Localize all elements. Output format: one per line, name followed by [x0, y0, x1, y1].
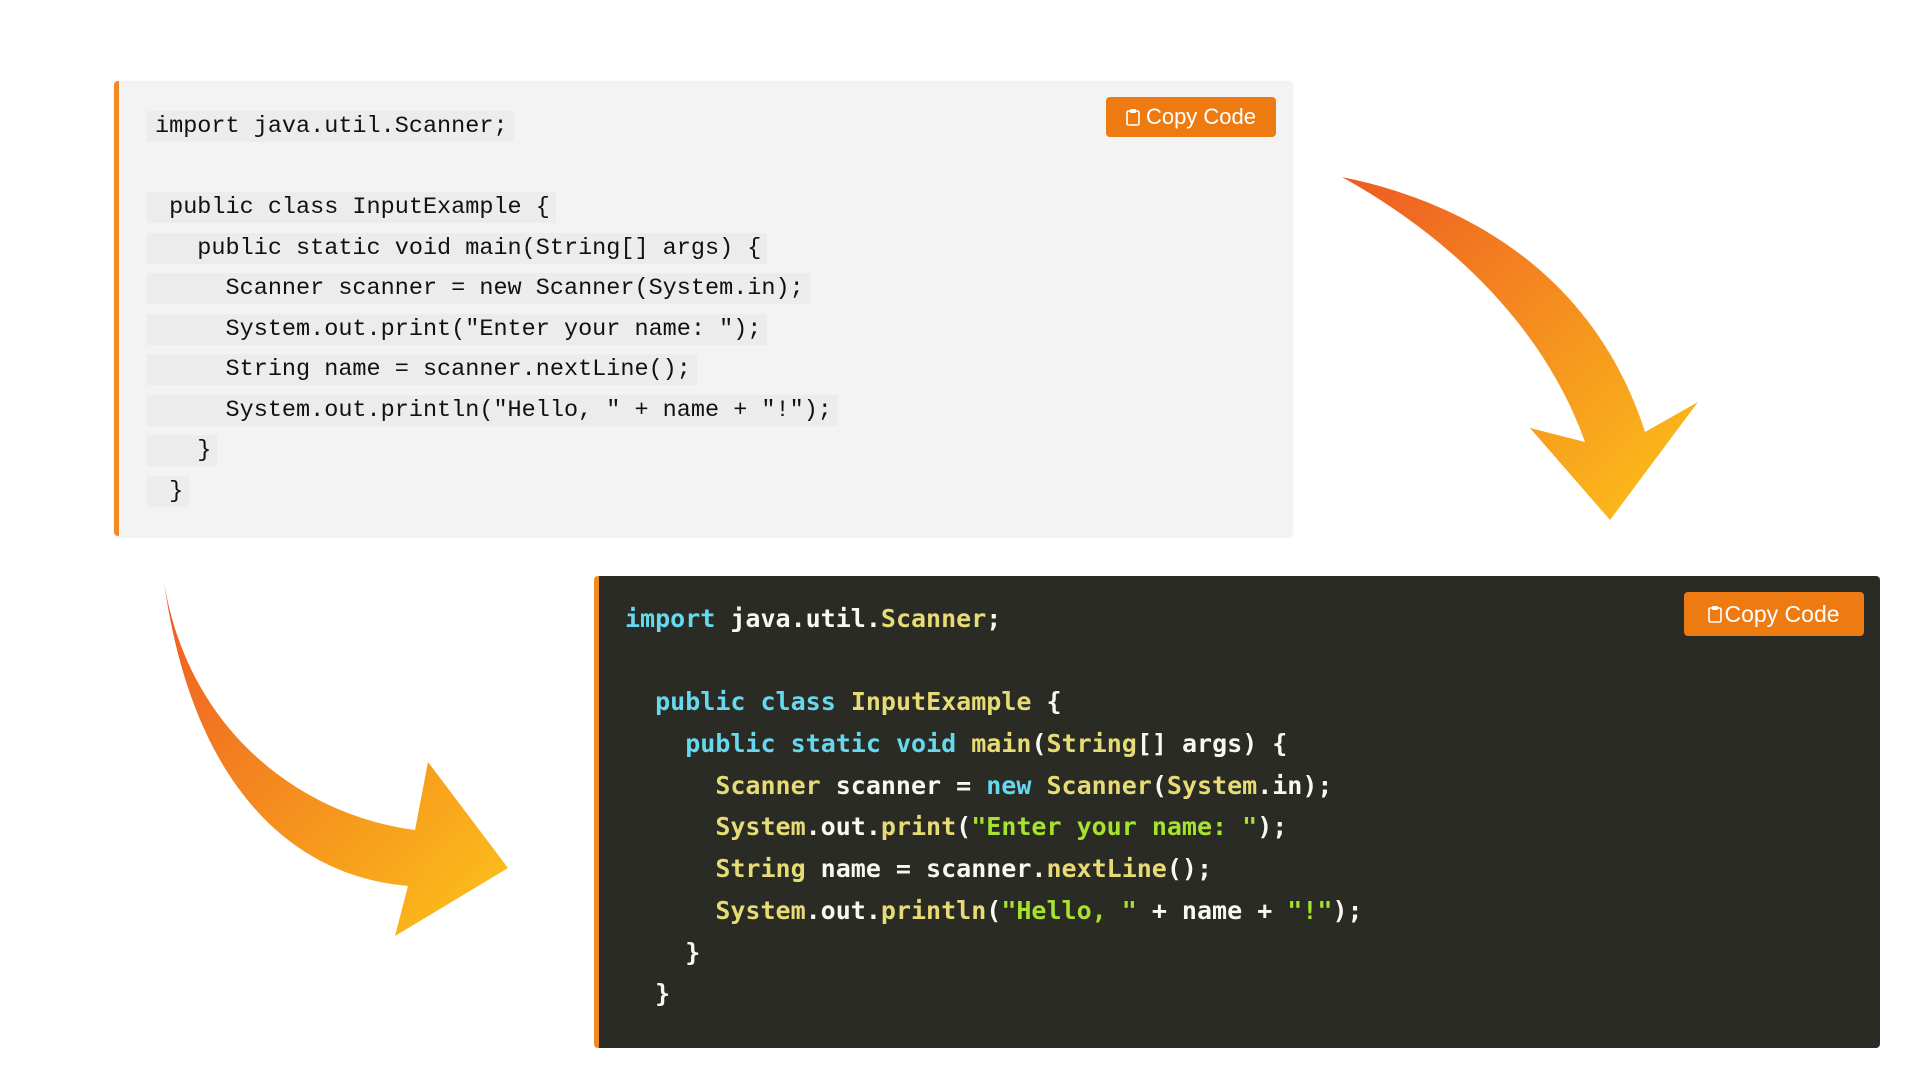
curved-arrow-right-icon — [164, 582, 508, 936]
code-token: nextLine — [1046, 854, 1167, 884]
code-token: Scanner — [880, 604, 987, 633]
code-line-text: import java.util.Scanner; — [147, 111, 514, 142]
code-token: ); — [1332, 895, 1363, 925]
code-token: + name + — [1136, 895, 1288, 925]
code-token: import — [625, 604, 716, 633]
dark-code: import java.util.Scanner; public class I… — [625, 598, 1363, 1015]
code-token: main — [971, 729, 1032, 759]
curved-arrow-down-icon — [1342, 177, 1698, 520]
code-line-text: public class InputExample { — [147, 192, 556, 223]
code-token: String — [1046, 729, 1137, 759]
code-token: public — [685, 729, 776, 759]
code-line-text: System.out.println("Hello, " + name + "!… — [147, 394, 838, 426]
code-line — [155, 148, 838, 189]
code-token: print — [880, 812, 957, 842]
code-token: .out. — [805, 895, 881, 925]
code-token: ( — [956, 812, 972, 842]
code-token: ( — [1031, 729, 1047, 759]
light-code: import java.util.Scanner; public class I… — [147, 107, 838, 513]
code-token: [] args) { — [1136, 729, 1288, 759]
clipboard-icon — [1126, 109, 1140, 126]
code-token: "Hello, " — [1001, 895, 1137, 925]
clipboard-icon — [1708, 606, 1723, 623]
code-line: } — [625, 932, 1363, 974]
code-token: java.util. — [715, 604, 881, 633]
code-token: .out. — [805, 812, 881, 842]
code-line: System.out.print("Enter your name: "); — [625, 806, 1363, 848]
code-line: public class InputExample { — [625, 681, 1363, 723]
code-token: Scanner — [1046, 770, 1152, 800]
code-line: import java.util.Scanner; — [147, 107, 838, 148]
code-line: String name = scanner.nextLine(); — [147, 350, 838, 391]
code-token: class — [760, 687, 836, 717]
code-token: public — [655, 687, 746, 717]
code-token: "Enter your name: " — [971, 812, 1258, 842]
code-line: import java.util.Scanner; — [625, 598, 1363, 640]
code-token: (); — [1166, 854, 1213, 884]
code-token: ( — [986, 895, 1002, 925]
code-line: Scanner scanner = new Scanner(System.in)… — [147, 269, 838, 310]
code-token: println — [880, 895, 987, 925]
code-line-text: String name = scanner.nextLine(); — [147, 354, 697, 385]
code-line-text: } — [147, 435, 218, 466]
code-line-text: public static void main(String[] args) { — [147, 232, 768, 264]
dark-code-block: import java.util.Scanner; public class I… — [594, 576, 1880, 1048]
code-token: name = scanner. — [805, 854, 1047, 884]
code-token: } — [625, 979, 671, 1009]
code-line: } — [147, 472, 838, 513]
code-token: System — [715, 895, 806, 925]
code-line: System.out.println("Hello, " + name + "!… — [147, 391, 838, 432]
code-token: scanner = — [820, 770, 987, 800]
light-code-block: import java.util.Scanner; public class I… — [114, 81, 1292, 536]
code-line: } — [625, 973, 1363, 1015]
code-token: .in); — [1257, 770, 1333, 800]
code-line: public static void main(String[] args) { — [625, 723, 1363, 765]
code-line-text: } — [147, 475, 190, 507]
code-line-text: System.out.print("Enter your name: "); — [147, 313, 768, 345]
copy-code-label-light: Copy Code — [1145, 104, 1257, 129]
code-line: public class InputExample { — [147, 188, 838, 229]
code-token: String — [715, 854, 806, 884]
copy-code-button-dark[interactable]: Copy Code — [1684, 592, 1864, 636]
code-line: System.out.print("Enter your name: "); — [147, 310, 838, 351]
code-token: ); — [1257, 812, 1288, 842]
code-token: System — [1166, 770, 1258, 800]
code-token: } — [625, 937, 701, 967]
code-line-text: Scanner scanner = new Scanner(System.in)… — [147, 273, 810, 304]
code-token: void — [895, 729, 957, 759]
code-token: ( — [1151, 770, 1167, 800]
copy-code-label-dark: Copy Code — [1724, 600, 1840, 627]
code-token: Scanner — [715, 770, 821, 800]
code-line: Scanner scanner = new Scanner(System.in)… — [625, 765, 1363, 807]
code-line: System.out.println("Hello, " + name + "!… — [625, 890, 1363, 932]
code-line: } — [147, 431, 838, 472]
code-token: ; — [986, 604, 1002, 633]
code-token: { — [1031, 687, 1062, 717]
code-line: public static void main(String[] args) { — [147, 229, 838, 270]
code-token: System — [715, 812, 806, 842]
code-token: static — [790, 729, 881, 759]
code-token: InputExample — [850, 687, 1032, 717]
copy-code-button-light[interactable]: Copy Code — [1106, 97, 1276, 137]
code-line: String name = scanner.nextLine(); — [625, 848, 1363, 890]
code-token: new — [986, 770, 1032, 800]
code-token: "!" — [1287, 895, 1333, 925]
